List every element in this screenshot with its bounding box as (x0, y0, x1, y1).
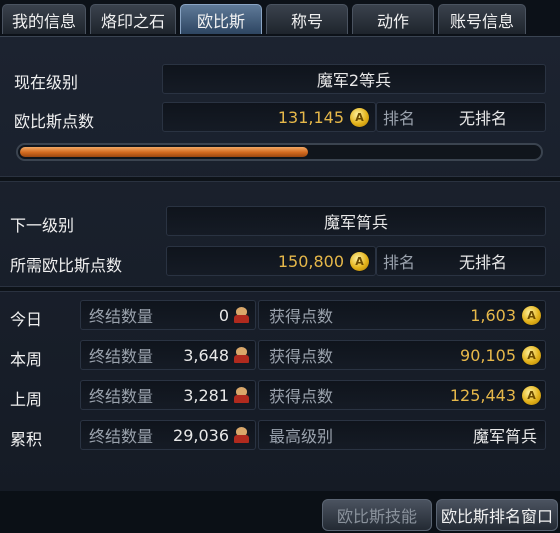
next-level-field: 魔军筲兵 (166, 206, 546, 236)
obis-progress-bar (16, 143, 543, 161)
tab-bar: 我的信息 烙印之石 欧比斯 称号 动作 账号信息 (0, 0, 560, 36)
required-points-value: 150,800 (277, 251, 344, 271)
period-label: 今日 (10, 310, 43, 329)
coin-icon: A (522, 345, 541, 365)
kills-label: 终结数量 (89, 427, 154, 446)
kills-value: 29,036 (173, 425, 229, 445)
tab-brand-stone[interactable]: 烙印之石 (90, 4, 176, 34)
required-points-field: 150,800 A (166, 246, 376, 276)
current-level-field: 魔军2等兵 (162, 64, 546, 94)
kills-value: 0 (218, 305, 229, 325)
kills-value: 3,281 (183, 385, 229, 405)
gained-points-field: 获得点数 125,443 A (258, 380, 546, 410)
coin-icon: A (350, 107, 369, 127)
gained-points-label: 获得点数 (269, 307, 334, 326)
kills-field: 终结数量 0 (80, 300, 256, 330)
kills-value: 3,648 (183, 345, 229, 365)
gained-points-value: 1,603 (470, 305, 516, 325)
current-rank-label: 排名 (383, 109, 416, 128)
kills-label: 终结数量 (89, 307, 154, 326)
current-level-value: 魔军2等兵 (316, 71, 392, 90)
highest-level-label: 最高级别 (269, 427, 334, 446)
current-points-label: 欧比斯点数 (14, 112, 95, 131)
kills-label: 终结数量 (89, 347, 154, 366)
kills-field: 终结数量 29,036 (80, 420, 256, 450)
kill-icon (233, 306, 251, 324)
kill-icon (233, 426, 251, 444)
period-label: 累积 (10, 430, 43, 449)
section-divider (0, 176, 560, 182)
tab-my-info[interactable]: 我的信息 (2, 4, 86, 34)
gained-points-label: 获得点数 (269, 347, 334, 366)
next-level-label: 下一级别 (10, 216, 75, 235)
kills-label: 终结数量 (89, 387, 154, 406)
current-level-label: 现在级别 (14, 73, 79, 92)
highest-level-field: 最高级别 魔军筲兵 (258, 420, 546, 450)
gained-points-label: 获得点数 (269, 387, 334, 406)
tab-title[interactable]: 称号 (266, 4, 348, 34)
next-rank-value: 无排名 (459, 253, 508, 272)
kill-icon (233, 346, 251, 364)
obis-progress-fill (20, 147, 309, 157)
period-label: 本周 (10, 350, 43, 369)
kill-icon (233, 386, 251, 404)
current-rank-field: 排名 无排名 (376, 102, 546, 132)
coin-icon: A (522, 305, 541, 325)
coin-icon: A (350, 251, 369, 271)
current-rank-value: 无排名 (459, 109, 508, 128)
coin-icon: A (522, 385, 541, 405)
next-rank-field: 排名 无排名 (376, 246, 546, 276)
kills-field: 终结数量 3,648 (80, 340, 256, 370)
current-points-field: 131,145 A (162, 102, 376, 132)
gained-points-field: 获得点数 90,105 A (258, 340, 546, 370)
period-label: 上周 (10, 390, 43, 409)
highest-level-value: 魔军筲兵 (472, 427, 537, 446)
gained-points-value: 125,443 (449, 385, 516, 405)
next-rank-label: 排名 (383, 253, 416, 272)
section-divider (0, 286, 560, 292)
next-level-value: 魔军筲兵 (323, 213, 388, 232)
current-points-value: 131,145 (277, 107, 344, 127)
obis-skills-button[interactable]: 欧比斯技能 (322, 499, 432, 531)
gained-points-field: 获得点数 1,603 A (258, 300, 546, 330)
tab-obis[interactable]: 欧比斯 (180, 4, 262, 34)
gained-points-value: 90,105 (460, 345, 516, 365)
tab-account-info[interactable]: 账号信息 (438, 4, 526, 34)
required-points-label: 所需欧比斯点数 (10, 256, 123, 275)
obis-ranking-window-button[interactable]: 欧比斯排名窗口 (436, 499, 558, 531)
kills-field: 终结数量 3,281 (80, 380, 256, 410)
tab-action[interactable]: 动作 (352, 4, 434, 34)
